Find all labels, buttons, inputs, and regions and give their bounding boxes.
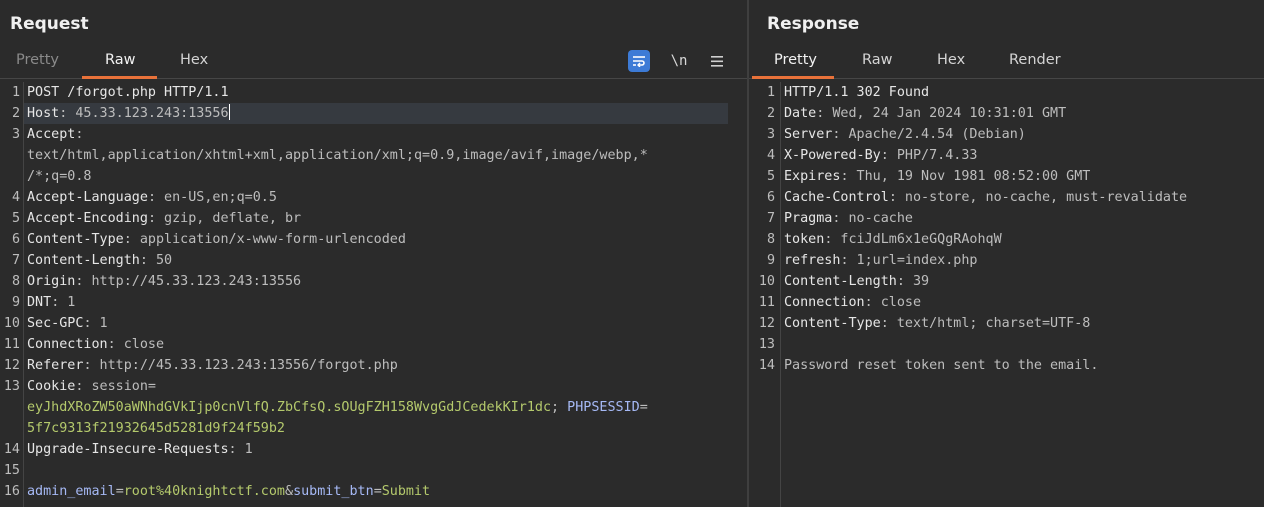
line-number: 3 <box>11 127 20 142</box>
tab-response-pretty[interactable]: Pretty <box>774 52 817 68</box>
line-number: 6 <box>766 190 775 205</box>
line-text: Connection: close <box>27 337 165 352</box>
line-number: 3 <box>766 127 775 142</box>
line-text: HTTP/1.1 302 Found <box>784 85 930 100</box>
line-number: 4 <box>766 148 775 163</box>
line-number: 13 <box>3 379 20 394</box>
line-text: Accept-Encoding: gzip, deflate, br <box>27 211 302 226</box>
line-number: 10 <box>758 274 775 289</box>
line-number: 8 <box>11 274 20 289</box>
line-number: 12 <box>3 358 20 373</box>
line-text: 5f7c9313f21932645d5281d9f24f59b2 <box>27 421 285 436</box>
line-number: 2 <box>766 106 775 121</box>
line-text: eyJhdXRoZW50aWNhdGVkIjp0cnVlfQ.ZbCfsQ.sO… <box>27 400 648 415</box>
line-text: Date: Wed, 24 Jan 2024 10:31:01 GMT <box>784 106 1067 121</box>
word-wrap-icon[interactable] <box>628 50 650 72</box>
line-text: Cookie: session= <box>27 379 156 394</box>
line-text: Server: Apache/2.4.54 (Debian) <box>784 127 1026 142</box>
line-number: 11 <box>758 295 775 310</box>
line-text: admin_email=root%40knightctf.com&submit_… <box>27 484 431 499</box>
line-number: 8 <box>766 232 775 247</box>
active-tab-indicator <box>82 76 157 79</box>
line-number: 12 <box>758 316 775 331</box>
text-cursor <box>228 104 231 120</box>
line-number: 14 <box>3 442 20 457</box>
line-number: 4 <box>11 190 20 205</box>
line-text: Content-Length: 39 <box>784 274 930 289</box>
line-text: Content-Type: text/html; charset=UTF-8 <box>784 316 1091 331</box>
line-text: refresh: 1;url=index.php <box>784 253 978 268</box>
request-title: Request <box>10 14 89 34</box>
response-pane: Response Pretty Raw Hex Render 1 HTTP/1.1… <box>749 0 1264 507</box>
line-text: X-Powered-By: PHP/7.4.33 <box>784 148 978 163</box>
response-title: Response <box>767 14 860 34</box>
line-number: 6 <box>11 232 20 247</box>
line-text: /*;q=0.8 <box>27 169 92 184</box>
line-text: Upgrade-Insecure-Requests: 1 <box>27 442 253 457</box>
show-newlines-icon[interactable]: \n <box>668 50 690 72</box>
line-text: Password reset token sent to the email. <box>784 358 1099 373</box>
line-text: DNT: 1 <box>27 295 76 310</box>
line-text: Connection: close <box>784 295 922 310</box>
line-number: 5 <box>766 169 775 184</box>
line-number: 1 <box>11 85 20 100</box>
hamburger-menu-icon[interactable] <box>706 50 728 72</box>
tab-response-raw[interactable]: Raw <box>862 52 893 68</box>
line-number: 11 <box>3 337 20 352</box>
line-number: 9 <box>766 253 775 268</box>
gutter-divider <box>23 82 24 507</box>
request-pane: Request Pretty Raw Hex \n 1 POST /forgot.… <box>0 0 747 507</box>
line-text: Referer: http://45.33.123.243:13556/forg… <box>27 358 398 373</box>
line-number: 9 <box>11 295 20 310</box>
line-number: 7 <box>766 211 775 226</box>
line-text: Pragma: no-cache <box>784 211 913 226</box>
line-number: 10 <box>3 316 20 331</box>
line-number: 2 <box>11 106 20 121</box>
tab-response-hex[interactable]: Hex <box>937 52 965 68</box>
line-text: Sec-GPC: 1 <box>27 316 108 331</box>
line-text: Content-Length: 50 <box>27 253 173 268</box>
line-text: Expires: Thu, 19 Nov 1981 08:52:00 GMT <box>784 169 1091 184</box>
line-number: 13 <box>758 337 775 352</box>
line-text: Accept-Language: en-US,en;q=0.5 <box>27 190 277 205</box>
line-number: 1 <box>766 85 775 100</box>
line-text: Content-Type: application/x-www-form-url… <box>27 232 406 247</box>
line-text: text/html,application/xhtml+xml,applicat… <box>27 148 648 163</box>
tab-request-pretty[interactable]: Pretty <box>16 52 59 68</box>
tab-request-raw[interactable]: Raw <box>105 52 136 68</box>
line-text: POST /forgot.php HTTP/1.1 <box>27 85 229 100</box>
line-number: 15 <box>3 463 20 478</box>
response-tabs: Pretty Raw Hex Render <box>749 44 1264 79</box>
active-tab-indicator <box>752 76 834 79</box>
line-number: 7 <box>11 253 20 268</box>
tab-response-render[interactable]: Render <box>1009 52 1061 68</box>
line-number: 5 <box>11 211 20 226</box>
line-text: Origin: http://45.33.123.243:13556 <box>27 274 302 289</box>
gutter-divider <box>780 82 781 507</box>
line-number: 14 <box>758 358 775 373</box>
response-editor[interactable]: 1 HTTP/1.1 302 Found 2 Date: Wed, 24 Jan 20… <box>749 82 1264 507</box>
request-tabs: Pretty Raw Hex \n <box>0 44 747 79</box>
tab-request-hex[interactable]: Hex <box>180 52 208 68</box>
line-text: Cache-Control: no-store, no-cache, must-… <box>784 190 1188 205</box>
line-text: Accept: <box>27 127 84 142</box>
request-editor[interactable]: 1 POST /forgot.php HTTP/1.1 2 Host: 45.33.1… <box>0 82 747 507</box>
line-number: 16 <box>3 484 20 499</box>
line-text: token: fciJdLm6x1eGQgRAohqW <box>784 232 1002 247</box>
line-text: Host: 45.33.123.243:13556 <box>27 104 231 121</box>
